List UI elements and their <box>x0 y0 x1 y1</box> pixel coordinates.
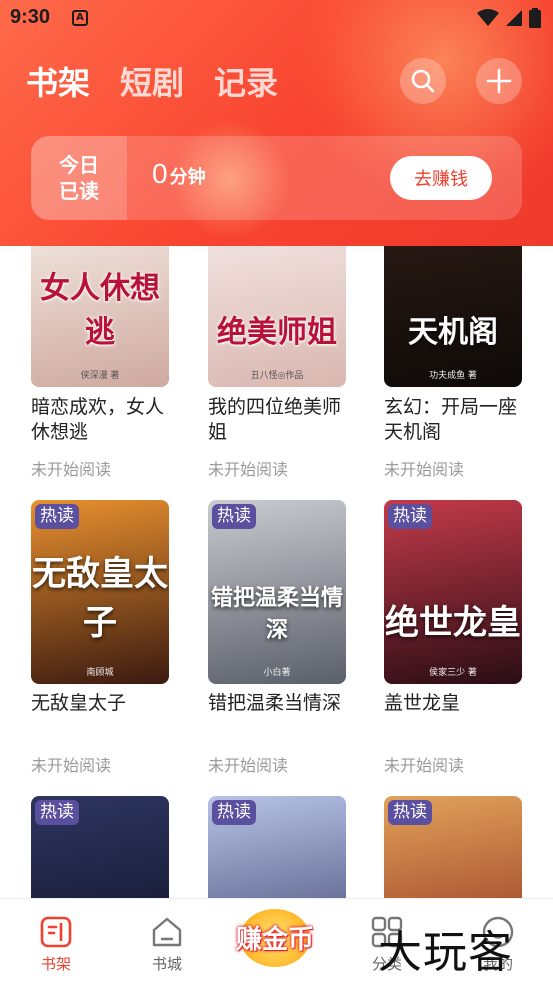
book-cover[interactable]: 天机阁 功夫成鱼 著 <box>384 224 522 387</box>
plus-icon <box>486 68 512 94</box>
today-label-line1: 今日 <box>59 153 99 177</box>
add-button[interactable] <box>476 58 522 104</box>
book-title: 玄幻：开局一座天机阁 <box>384 396 518 443</box>
cover-author-art: 功夫成鱼 著 <box>429 371 477 381</box>
book-title: 我的四位绝美师姐 <box>208 396 342 443</box>
reading-time-card: 今日 已读 0 分钟 去赚钱 <box>31 136 522 220</box>
wifi-icon <box>477 9 499 26</box>
cover-author-art: 侠深漫 著 <box>80 371 120 381</box>
book-cover[interactable]: 绝美师姐丑八怪◎作品 <box>208 224 346 387</box>
cover-title-art: 无敌皇太子 <box>32 553 168 643</box>
cover-title-art: 绝美师姐 <box>217 315 337 351</box>
reading-status: 未开始阅读 <box>208 756 289 775</box>
book-title: 暗恋成欢，女人休想逃 <box>31 396 165 443</box>
today-read-label: 今日 已读 <box>31 136 127 220</box>
tab-short-drama[interactable]: 短剧 <box>120 58 184 104</box>
cover-title-art: 天机阁 <box>408 315 498 351</box>
nav-label-bookshelf: 书架 <box>40 955 71 973</box>
book-title: 无敌皇太子 <box>31 692 127 714</box>
battery-icon <box>529 8 541 28</box>
minutes-read: 0 分钟 <box>152 158 206 190</box>
status-icons <box>477 8 541 28</box>
hot-read-badge: 热读 <box>388 504 432 529</box>
hot-read-badge: 热读 <box>388 800 432 825</box>
hot-read-badge: 热读 <box>212 800 256 825</box>
today-label-line2: 已读 <box>59 179 99 203</box>
search-button[interactable] <box>400 58 446 104</box>
cover-author-art: 丑八怪◎作品 <box>250 371 304 381</box>
earn-coins-label: 赚金币 <box>235 925 314 955</box>
watermark-logo: 大玩客 <box>378 927 513 978</box>
tab-history[interactable]: 记录 <box>214 58 278 104</box>
nav-bookstore[interactable]: 书城 <box>137 915 197 974</box>
book-cover[interactable]: 女人休想逃侠深漫 著 <box>31 224 169 387</box>
earn-coins-button[interactable]: 赚金币 <box>226 909 324 967</box>
nav-label-bookstore: 书城 <box>151 955 182 973</box>
cover-author-art: 南顾城 <box>86 668 114 678</box>
reading-status: 未开始阅读 <box>31 460 112 479</box>
cover-author-art: 小白著 <box>263 668 291 678</box>
cover-title-art: 女人休想逃 <box>40 271 160 351</box>
cover-title-art: 绝世龙皇 <box>385 602 521 643</box>
tab-bookshelf[interactable]: 书架 <box>26 58 90 104</box>
book-cover[interactable]: 错把温柔当情深小白著 热读 <box>208 500 346 684</box>
top-tabs: 书架 短剧 记录 <box>26 58 278 104</box>
reading-status: 未开始阅读 <box>31 756 112 775</box>
home-icon <box>152 917 182 947</box>
book-cover[interactable]: 绝世龙皇侯家三少 著 热读 <box>384 500 522 684</box>
hot-read-badge: 热读 <box>35 800 79 825</box>
book-title: 盖世龙皇 <box>384 692 461 714</box>
hot-read-badge: 热读 <box>35 504 79 529</box>
reading-status: 未开始阅读 <box>208 460 289 479</box>
hot-read-badge: 热读 <box>212 504 256 529</box>
cover-author-art: 侯家三少 著 <box>429 668 477 678</box>
search-icon <box>411 69 435 93</box>
minutes-unit: 分钟 <box>169 167 206 188</box>
notification-icon: A <box>72 10 88 26</box>
book-cover[interactable]: 无敌皇太子南顾城 热读 <box>31 500 169 684</box>
reading-status: 未开始阅读 <box>384 460 465 479</box>
header: 9:30 A 书架 短剧 记录 今日 已读 0 分钟 去赚钱 <box>0 0 553 246</box>
minutes-value: 0 <box>152 158 168 189</box>
book-title: 错把温柔当情深 <box>208 692 342 714</box>
reading-status: 未开始阅读 <box>384 756 465 775</box>
nav-bookshelf[interactable]: 书架 <box>26 915 86 974</box>
earn-money-button[interactable]: 去赚钱 <box>390 156 492 200</box>
book-icon <box>40 916 72 948</box>
cover-title-art: 错把温柔当情深 <box>210 584 343 643</box>
status-bar: 9:30 A <box>0 0 553 38</box>
status-time: 9:30 <box>10 6 51 28</box>
signal-icon <box>506 10 522 26</box>
